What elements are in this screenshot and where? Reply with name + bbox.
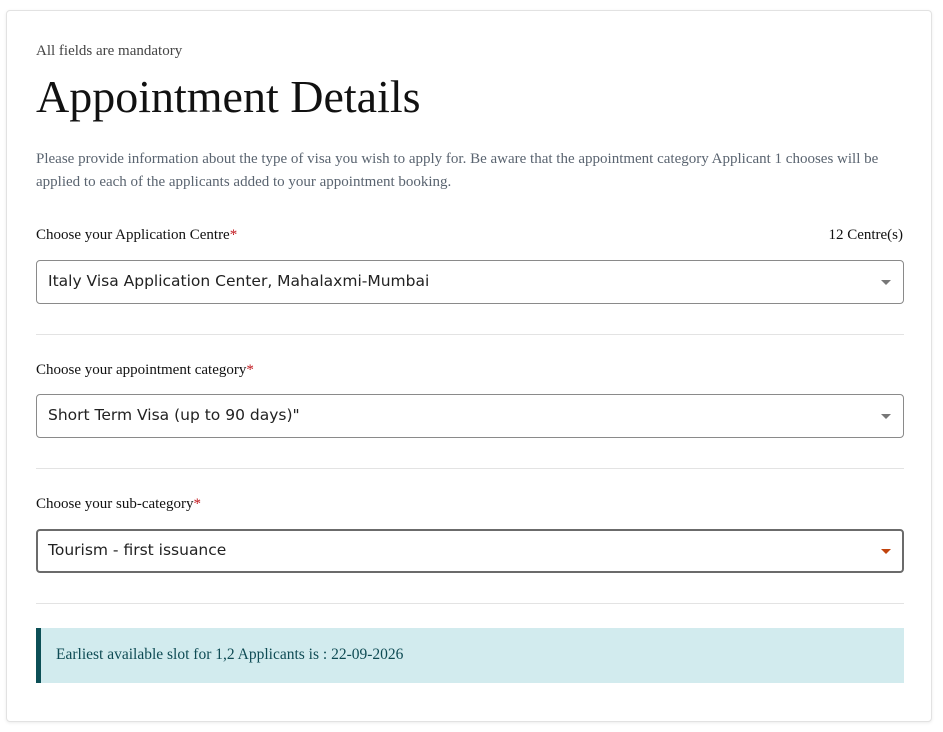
earliest-slot-alert: Earliest available slot for 1,2 Applican… — [36, 628, 904, 683]
sub-category-label: Choose your sub-category* — [36, 496, 201, 513]
appointment-category-label: Choose your appointment category* — [36, 362, 254, 379]
application-centre-value: Italy Visa Application Center, Mahalaxmi… — [48, 272, 430, 290]
appointment-category-value: Short Term Visa (up to 90 days)" — [48, 406, 300, 424]
caret-down-icon — [881, 280, 891, 285]
application-centre-label-text: Choose your Application Centre — [36, 227, 230, 243]
divider — [36, 603, 904, 604]
caret-down-icon — [881, 549, 891, 554]
required-marker: * — [229, 227, 238, 243]
appointment-category-select[interactable]: Short Term Visa (up to 90 days)" — [36, 394, 904, 438]
appointment-category-label-text: Choose your appointment category — [36, 362, 247, 378]
divider — [36, 468, 904, 469]
required-marker: * — [246, 362, 254, 378]
intro-text: Please provide information about the typ… — [36, 151, 879, 190]
sub-category-select[interactable]: Tourism - first issuance — [36, 529, 904, 573]
required-marker: * — [193, 496, 201, 512]
caret-down-icon — [881, 414, 891, 419]
sub-category-value: Tourism - first issuance — [48, 541, 227, 559]
sub-category-label-text: Choose your sub-category — [36, 496, 194, 512]
appointment-details-card: All fields are mandatory Appointment Det… — [6, 10, 932, 722]
application-centre-label: Choose your Application Centre* — [36, 227, 237, 244]
application-centre-select[interactable]: Italy Visa Application Center, Mahalaxmi… — [36, 260, 904, 304]
centre-count: 12 Centre(s) — [828, 227, 903, 243]
mandatory-note: All fields are mandatory — [36, 43, 183, 59]
divider — [36, 334, 904, 335]
page-title: Appointment Details — [36, 71, 421, 122]
earliest-slot-text: Earliest available slot for 1,2 Applican… — [56, 646, 404, 663]
